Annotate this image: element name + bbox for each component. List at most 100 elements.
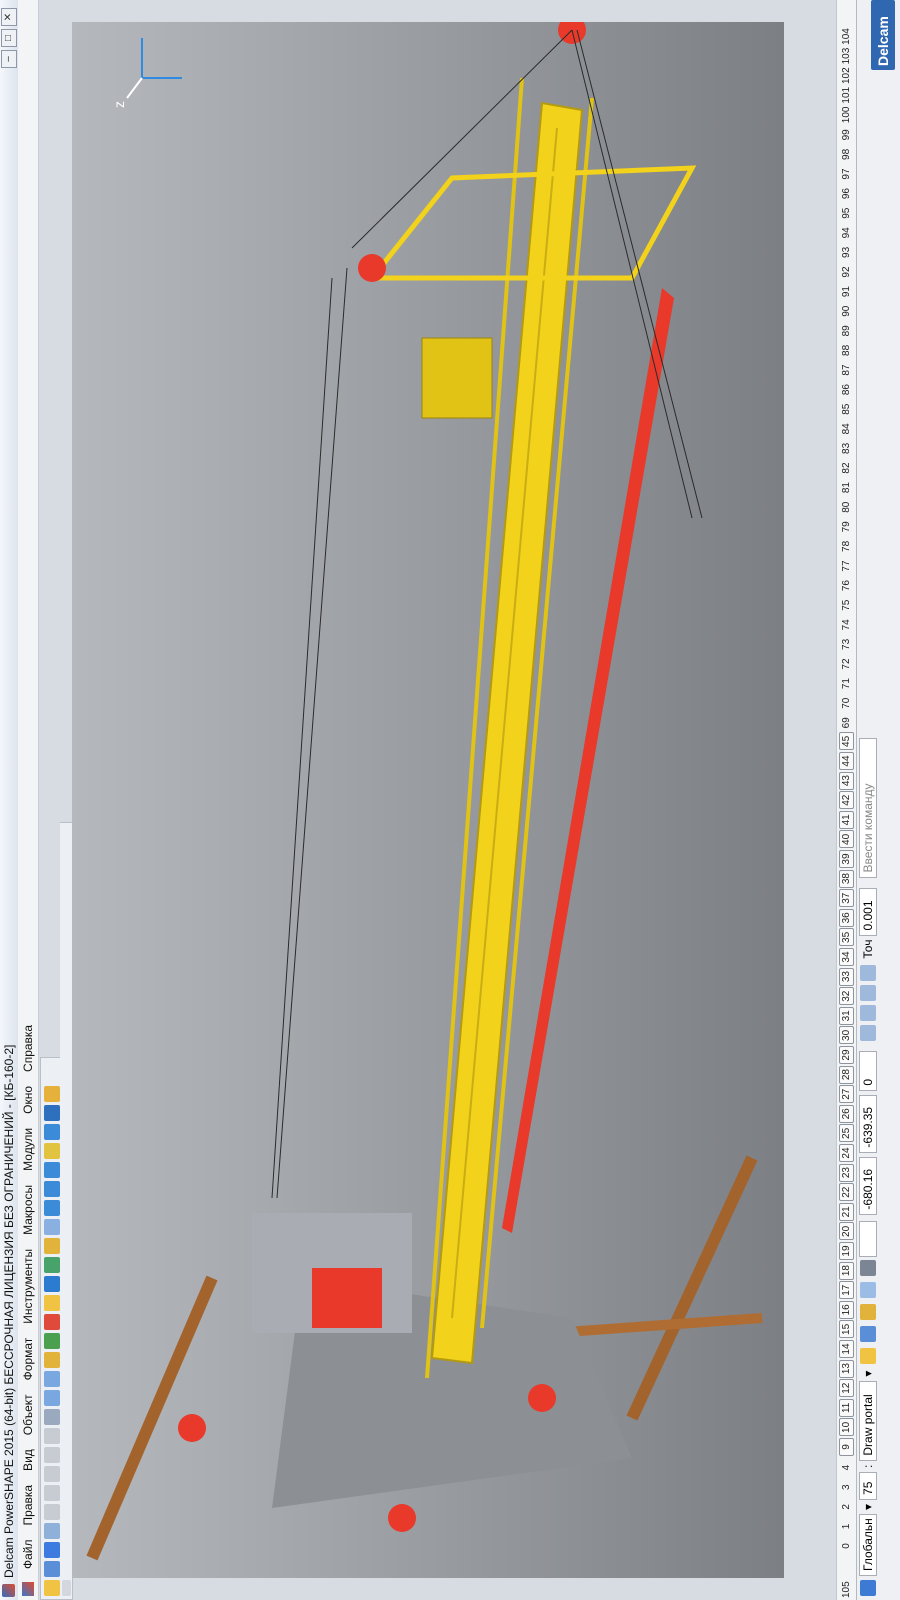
measure-icon[interactable]: [860, 984, 876, 1001]
level-button[interactable]: 93: [841, 244, 852, 260]
level-icon[interactable]: [44, 1257, 60, 1273]
level-button[interactable]: 22: [839, 1183, 854, 1202]
level-button[interactable]: 11: [839, 1398, 854, 1417]
level-button[interactable]: 2: [841, 1499, 852, 1515]
level-button[interactable]: 76: [841, 578, 852, 594]
level-button[interactable]: 34: [839, 948, 854, 966]
y-coordinate[interactable]: -639.35: [859, 1094, 877, 1153]
open-icon[interactable]: [44, 1561, 60, 1577]
level-button[interactable]: 89: [841, 323, 852, 339]
level-button[interactable]: 37: [839, 889, 854, 908]
level-button[interactable]: 26: [839, 1104, 854, 1123]
menu-format[interactable]: Формат: [21, 1331, 35, 1388]
text-icon[interactable]: [44, 1143, 60, 1159]
level-button[interactable]: 29: [839, 1046, 854, 1064]
level-button[interactable]: 100: [841, 107, 852, 124]
undo-icon[interactable]: [44, 1447, 60, 1463]
level-button[interactable]: 23: [839, 1163, 854, 1182]
x-coordinate[interactable]: -680.16: [859, 1156, 877, 1215]
level-button[interactable]: 32: [839, 987, 854, 1006]
level-button[interactable]: 85: [841, 401, 852, 417]
material-icon[interactable]: [44, 1314, 60, 1330]
level-button[interactable]: 13: [839, 1359, 854, 1378]
snap-icon[interactable]: [860, 1281, 876, 1298]
level-button[interactable]: 36: [839, 908, 854, 927]
level-button[interactable]: 42: [839, 791, 854, 810]
calculator-icon[interactable]: [860, 1024, 876, 1041]
level-button[interactable]: 90: [841, 303, 852, 319]
menu-help[interactable]: Справка: [21, 1018, 35, 1079]
level-button[interactable]: 80: [841, 499, 852, 515]
level-button[interactable]: 101: [841, 87, 852, 104]
grid-icon[interactable]: [860, 1259, 876, 1276]
level-button[interactable]: 40: [839, 830, 854, 849]
level-button[interactable]: 15: [839, 1320, 854, 1339]
level-button[interactable]: 19: [839, 1242, 854, 1260]
level-button[interactable]: 0: [841, 1538, 852, 1554]
level-button[interactable]: 91: [841, 284, 852, 300]
level-button[interactable]: 14: [839, 1340, 854, 1358]
level-button[interactable]: 73: [841, 636, 852, 652]
menu-tools[interactable]: Инструменты: [21, 1242, 35, 1331]
level-button[interactable]: 77: [841, 558, 852, 574]
level-button[interactable]: 87: [841, 362, 852, 378]
level-button[interactable]: 28: [839, 1065, 854, 1084]
paste-icon[interactable]: [44, 1466, 60, 1482]
level-button[interactable]: 31: [839, 1006, 854, 1025]
dimension-icon[interactable]: [44, 1086, 60, 1102]
level-button[interactable]: 43: [839, 771, 854, 790]
document-icon[interactable]: [22, 1582, 34, 1596]
level-button[interactable]: 69: [841, 715, 852, 731]
minimize-button[interactable]: –: [1, 50, 17, 68]
menu-edit[interactable]: Правка: [21, 1478, 35, 1533]
level-button[interactable]: 24: [839, 1144, 854, 1162]
workplane-select[interactable]: Глобальн: [859, 1514, 877, 1576]
redo-icon[interactable]: [44, 1428, 60, 1444]
curve-icon[interactable]: [44, 1162, 60, 1178]
level-button[interactable]: 79: [841, 519, 852, 535]
level-button[interactable]: 21: [839, 1202, 854, 1221]
level-button[interactable]: 74: [841, 617, 852, 633]
workplane-icon[interactable]: [44, 1219, 60, 1235]
level-button[interactable]: 35: [839, 928, 854, 947]
level-button[interactable]: 33: [839, 967, 854, 986]
menu-file[interactable]: Файл: [21, 1532, 35, 1576]
level-button[interactable]: 4: [841, 1460, 852, 1476]
menu-view[interactable]: Вид: [21, 1442, 35, 1478]
level-button[interactable]: 71: [841, 676, 852, 692]
level-button[interactable]: 96: [841, 186, 852, 202]
level-button[interactable]: 72: [841, 656, 852, 672]
level-button[interactable]: 16: [839, 1300, 854, 1319]
menu-window[interactable]: Окно: [21, 1079, 35, 1121]
level-button[interactable]: 88: [841, 342, 852, 358]
level-button[interactable]: 3: [841, 1479, 852, 1495]
level-button[interactable]: 45: [839, 732, 854, 751]
level-button[interactable]: 81: [841, 480, 852, 496]
level-button[interactable]: 92: [841, 264, 852, 280]
menu-macros[interactable]: Макросы: [21, 1178, 35, 1242]
command-input[interactable]: Ввести команду: [859, 737, 877, 878]
level-button[interactable]: 27: [839, 1085, 854, 1104]
arc-icon[interactable]: [44, 1181, 60, 1197]
print-icon[interactable]: [44, 1523, 60, 1539]
check-icon[interactable]: [860, 964, 876, 981]
menu-modules[interactable]: Модули: [21, 1121, 35, 1178]
level-button[interactable]: 38: [839, 869, 854, 888]
surface-icon[interactable]: [44, 1124, 60, 1140]
z-coordinate[interactable]: 0: [859, 1050, 877, 1091]
level-button[interactable]: 75: [841, 597, 852, 613]
wireframe-view-icon[interactable]: [860, 1325, 876, 1342]
level-button[interactable]: 12: [839, 1379, 854, 1398]
zoom-icon[interactable]: [44, 1390, 60, 1406]
level-button[interactable]: 70: [841, 695, 852, 711]
shaded-view-icon[interactable]: [860, 1347, 876, 1364]
close-button[interactable]: ✕: [1, 8, 17, 26]
level-name-select[interactable]: Draw portal: [859, 1380, 877, 1461]
shade-icon[interactable]: [44, 1352, 60, 1368]
line-icon[interactable]: [44, 1200, 60, 1216]
level-button[interactable]: 104: [841, 28, 852, 45]
lock-icon[interactable]: [860, 1303, 876, 1320]
level-button[interactable]: 20: [839, 1222, 854, 1241]
level-button[interactable]: 10: [839, 1418, 854, 1437]
level-button[interactable]: 84: [841, 421, 852, 437]
